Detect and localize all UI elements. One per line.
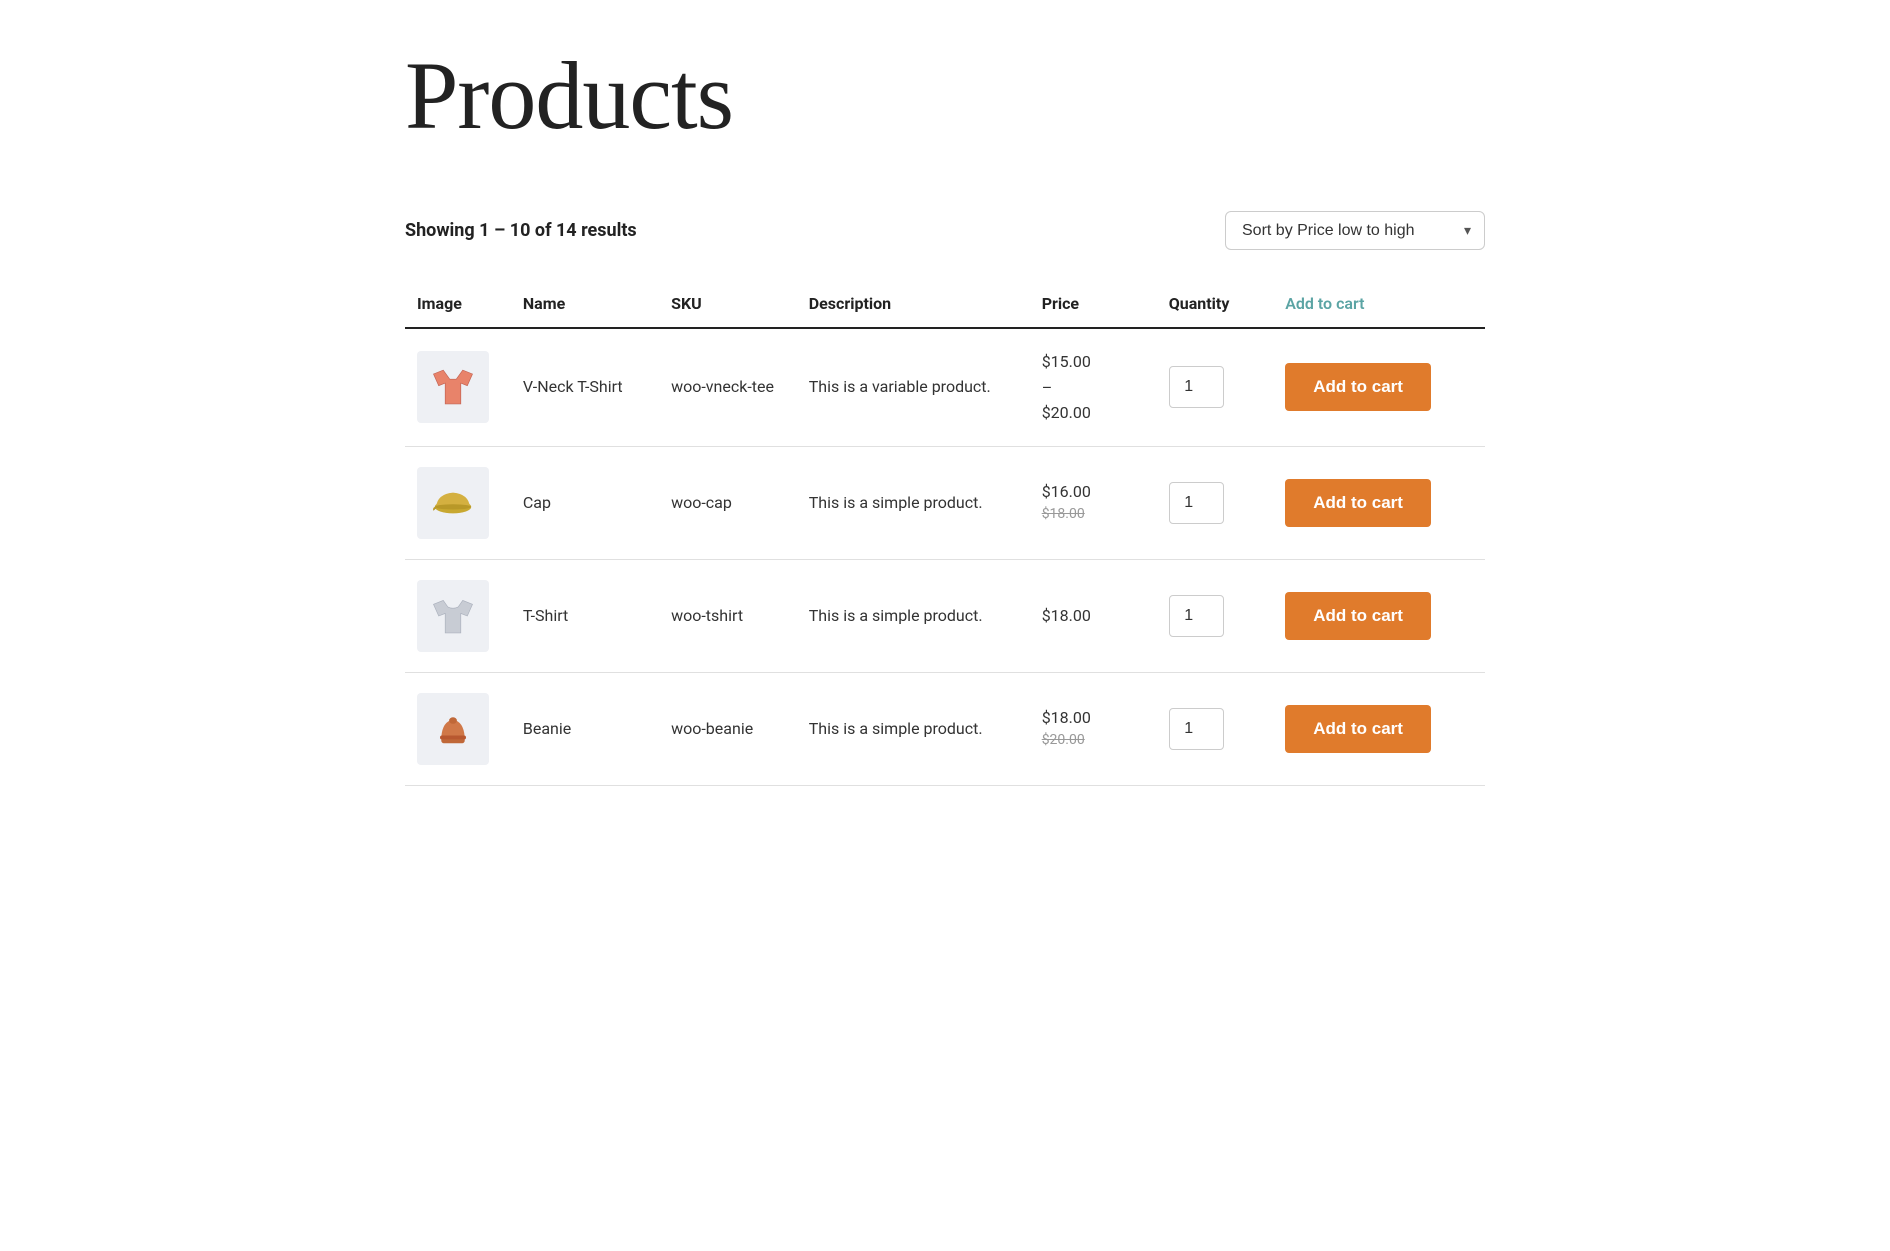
product-description: This is a simple product. xyxy=(797,446,1030,559)
product-price: $18.00$20.00 xyxy=(1030,672,1157,785)
product-image-wrapper xyxy=(417,351,489,423)
product-image-cell xyxy=(405,446,511,559)
product-price: $15.00–$20.00 xyxy=(1030,328,1157,446)
product-image-wrapper xyxy=(417,467,489,539)
product-image-cell xyxy=(405,672,511,785)
table-row: V-Neck T-Shirtwoo-vneck-teeThis is a var… xyxy=(405,328,1485,446)
add-to-cart-cell: Add to cart xyxy=(1273,672,1485,785)
col-header-description: Description xyxy=(797,280,1030,328)
product-price: $18.00 xyxy=(1030,559,1157,672)
table-row: Beaniewoo-beanieThis is a simple product… xyxy=(405,672,1485,785)
table-row: T-Shirtwoo-tshirtThis is a simple produc… xyxy=(405,559,1485,672)
toolbar: Showing 1 – 10 of 14 results Sort by Pri… xyxy=(405,211,1485,250)
product-image-cell xyxy=(405,328,511,446)
sort-select[interactable]: Sort by Price low to high Sort by Price … xyxy=(1225,211,1485,250)
price-main: $18.00 xyxy=(1042,604,1145,628)
products-table: Image Name SKU Description Price Quantit… xyxy=(405,280,1485,786)
price-main: $16.00 xyxy=(1042,480,1145,504)
product-image-wrapper xyxy=(417,580,489,652)
col-header-price: Price xyxy=(1030,280,1157,328)
product-sku: woo-cap xyxy=(659,446,797,559)
quantity-input[interactable] xyxy=(1169,366,1224,408)
add-to-cart-cell: Add to cart xyxy=(1273,328,1485,446)
product-description: This is a simple product. xyxy=(797,559,1030,672)
product-quantity-cell xyxy=(1157,446,1273,559)
product-name: T-Shirt xyxy=(511,559,659,672)
product-description: This is a simple product. xyxy=(797,672,1030,785)
add-to-cart-button[interactable]: Add to cart xyxy=(1285,705,1431,753)
price-original: $20.00 xyxy=(1042,730,1145,751)
add-to-cart-cell: Add to cart xyxy=(1273,559,1485,672)
product-image-wrapper xyxy=(417,693,489,765)
add-to-cart-cell: Add to cart xyxy=(1273,446,1485,559)
product-description: This is a variable product. xyxy=(797,328,1030,446)
add-to-cart-button[interactable]: Add to cart xyxy=(1285,363,1431,411)
product-sku: woo-vneck-tee xyxy=(659,328,797,446)
quantity-input[interactable] xyxy=(1169,595,1224,637)
quantity-input[interactable] xyxy=(1169,482,1224,524)
add-to-cart-button[interactable]: Add to cart xyxy=(1285,592,1431,640)
product-name: V-Neck T-Shirt xyxy=(511,328,659,446)
col-header-sku: SKU xyxy=(659,280,797,328)
page-title: Products xyxy=(405,40,1485,151)
col-header-addtocart: Add to cart xyxy=(1273,280,1485,328)
sort-wrapper: Sort by Price low to high Sort by Price … xyxy=(1225,211,1485,250)
quantity-input[interactable] xyxy=(1169,708,1224,750)
product-image-cell xyxy=(405,559,511,672)
product-name: Beanie xyxy=(511,672,659,785)
product-quantity-cell xyxy=(1157,328,1273,446)
table-header-row: Image Name SKU Description Price Quantit… xyxy=(405,280,1485,328)
product-sku: woo-tshirt xyxy=(659,559,797,672)
add-to-cart-button[interactable]: Add to cart xyxy=(1285,479,1431,527)
col-header-name: Name xyxy=(511,280,659,328)
col-header-image: Image xyxy=(405,280,511,328)
product-price: $16.00$18.00 xyxy=(1030,446,1157,559)
price-main: $18.00 xyxy=(1042,706,1145,730)
table-row: Capwoo-capThis is a simple product.$16.0… xyxy=(405,446,1485,559)
price-range: $15.00–$20.00 xyxy=(1042,349,1145,426)
col-header-quantity: Quantity xyxy=(1157,280,1273,328)
product-quantity-cell xyxy=(1157,559,1273,672)
product-quantity-cell xyxy=(1157,672,1273,785)
results-count: Showing 1 – 10 of 14 results xyxy=(405,220,637,241)
product-sku: woo-beanie xyxy=(659,672,797,785)
price-original: $18.00 xyxy=(1042,504,1145,525)
product-name: Cap xyxy=(511,446,659,559)
